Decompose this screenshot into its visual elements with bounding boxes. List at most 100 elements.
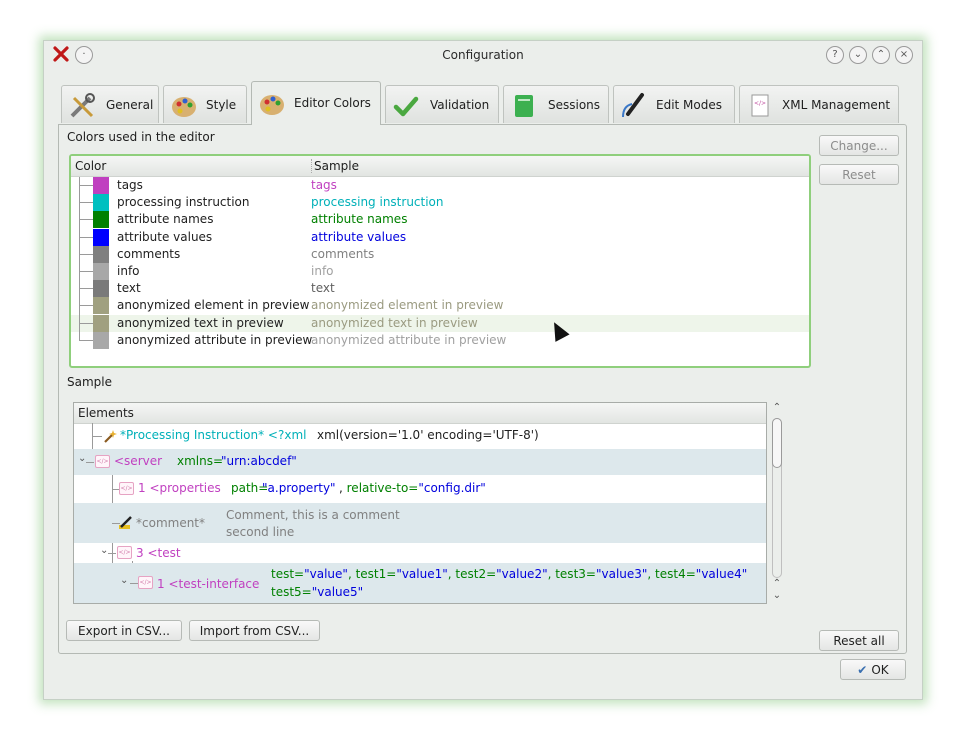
tree-row-properties[interactable]: </> 1 <properties path= "a.property" rel…: [74, 475, 766, 503]
editor-colors-panel: Colors used in the editor Color Sample t…: [58, 124, 907, 654]
ti-attr-value: "value4": [695, 567, 748, 581]
color-row-name: processing instruction: [117, 195, 250, 210]
prop-attr-value: "a.property": [262, 481, 336, 495]
color-row-sample: comments: [311, 246, 375, 261]
colors-tree-header: Color Sample: [71, 156, 809, 177]
ok-button[interactable]: ✔ OK: [840, 659, 906, 680]
color-row[interactable]: tags tags: [71, 177, 809, 195]
chevron-down-icon[interactable]: ⌄: [120, 575, 128, 586]
tools-icon: [70, 93, 95, 118]
color-row[interactable]: text text: [71, 280, 809, 299]
ti-attr-name: , test2=: [447, 567, 497, 581]
test-interface-attrs-line2: test5="value5": [271, 585, 363, 599]
colors-tree[interactable]: Color Sample tags tags processing instruct…: [69, 154, 811, 368]
minimize-icon[interactable]: ⌄: [849, 46, 867, 64]
color-row-sample: text: [311, 281, 335, 296]
sessions-icon: [515, 95, 533, 117]
color-swatch: [93, 245, 109, 263]
column-header-sample[interactable]: Sample: [311, 159, 359, 173]
xml-tag-icon: </>: [138, 576, 153, 589]
svg-text:</>: </>: [754, 100, 766, 107]
color-row[interactable]: anonymized attribute in preview anonymize…: [71, 331, 809, 349]
color-row-name: anonymized attribute in preview: [117, 332, 313, 347]
prop-attr2-value: "config.dir": [418, 481, 486, 495]
xml-tag-icon: </>: [119, 482, 134, 495]
test-tag: 3 <test: [136, 546, 181, 560]
palette-icon: [172, 97, 196, 117]
ti-line2-value: "value5": [311, 585, 364, 599]
tree-row-test[interactable]: ⌄ </> 3 <test: [74, 543, 766, 563]
chevron-down-icon[interactable]: ⌄: [100, 545, 108, 556]
color-row-name: text: [117, 281, 141, 296]
reset-button[interactable]: Reset: [819, 164, 899, 185]
scroll-up-icon[interactable]: ⌃: [771, 402, 783, 413]
xml-tag-icon: </>: [117, 546, 132, 559]
ti-attr-value: "value2": [496, 567, 548, 581]
server-attr-name: xmlns=: [177, 454, 224, 468]
export-csv-button[interactable]: Export in CSV...: [66, 620, 182, 641]
column-header-elements[interactable]: Elements: [78, 406, 134, 420]
sample-tree[interactable]: Elements *Processing Instruction* <?xml …: [73, 402, 767, 604]
scroll-down-icon[interactable]: ⌄: [771, 590, 783, 601]
color-row[interactable]: info info: [71, 263, 809, 281]
test-interface-attrs: test="value", test1="value1", test2="val…: [271, 567, 747, 581]
prop-separator: ,: [339, 481, 347, 495]
color-swatch: [93, 297, 109, 315]
tree-row-comment[interactable]: *comment* Comment, this is a comment sec…: [74, 503, 766, 543]
color-row[interactable]: anonymized text in preview anonymized tex…: [71, 314, 809, 333]
server-attr-value: "urn:abcdef": [221, 454, 297, 468]
color-row-name: tags: [117, 178, 143, 192]
color-swatch: [93, 228, 109, 246]
color-row-sample: processing instruction: [311, 195, 444, 210]
close-icon[interactable]: ×: [895, 46, 913, 64]
scroll-up-icon[interactable]: ⌃: [771, 578, 783, 589]
change-button[interactable]: Change...: [819, 135, 899, 156]
column-header-color[interactable]: Color: [75, 159, 106, 173]
test-interface-tag: 1 <test-interface: [157, 577, 260, 591]
tab-xml-management[interactable]: </> XML Management: [739, 85, 899, 123]
color-row[interactable]: processing instruction processing instruc…: [71, 194, 809, 213]
maximize-icon[interactable]: ⌃: [872, 46, 890, 64]
color-row[interactable]: comments comments: [71, 245, 809, 264]
tab-style[interactable]: Style: [163, 85, 247, 123]
color-row-sample: info: [311, 264, 334, 278]
color-swatch: [93, 263, 109, 280]
color-swatch: [93, 314, 109, 332]
help-icon[interactable]: ?: [826, 46, 844, 64]
ti-attr-name: , test3=: [547, 567, 596, 581]
color-row[interactable]: attribute names attribute names: [71, 211, 809, 230]
tree-row-pi[interactable]: *Processing Instruction* <?xml xml(versi…: [74, 423, 766, 449]
color-row-name: comments: [117, 246, 181, 261]
color-swatch: [93, 211, 109, 229]
color-row[interactable]: attribute values attribute values: [71, 228, 809, 247]
sample-group-label: Sample: [67, 375, 112, 389]
color-swatch: [93, 331, 109, 349]
sample-scrollbar[interactable]: ⌃ ⌃ ⌄: [771, 402, 783, 604]
color-swatch: [93, 194, 109, 212]
tab-sessions[interactable]: Sessions: [503, 85, 609, 123]
tree-row-test-interface[interactable]: ⌄ </> 1 <test-interface test="value", te…: [74, 563, 766, 603]
tree-row-server[interactable]: ⌄ </> <server xmlns= "urn:abcdef": [74, 449, 766, 475]
tab-edit-modes[interactable]: Edit Modes: [613, 85, 735, 123]
tab-validation[interactable]: Validation: [385, 85, 499, 123]
ti-attr-value: "value1": [396, 567, 448, 581]
reset-all-button[interactable]: Reset all: [819, 630, 899, 651]
window-title: Configuration: [442, 48, 524, 62]
import-csv-button[interactable]: Import from CSV...: [189, 620, 320, 641]
ti-attr-value: "value3": [595, 567, 648, 581]
color-row-name: info: [117, 264, 140, 278]
tab-general[interactable]: General: [61, 85, 159, 123]
tab-editor-colors[interactable]: Editor Colors: [251, 81, 381, 125]
pen-icon: [622, 93, 644, 118]
scroll-thumb[interactable]: [772, 418, 782, 468]
pi-label: *Processing Instruction* <?xml: [120, 428, 307, 442]
color-row-sample: tags: [311, 178, 337, 192]
xml-tag-icon: </>: [95, 455, 110, 468]
palette-icon: [260, 95, 284, 115]
color-row-name: anonymized element in preview: [117, 298, 310, 313]
ok-label: OK: [871, 663, 889, 677]
properties-tag: 1 <properties: [138, 481, 221, 495]
color-row-sample: anonymized attribute in preview: [311, 332, 507, 347]
color-row[interactable]: anonymized element in preview anonymized …: [71, 297, 809, 316]
ti-line2-name: test5=: [271, 585, 312, 599]
